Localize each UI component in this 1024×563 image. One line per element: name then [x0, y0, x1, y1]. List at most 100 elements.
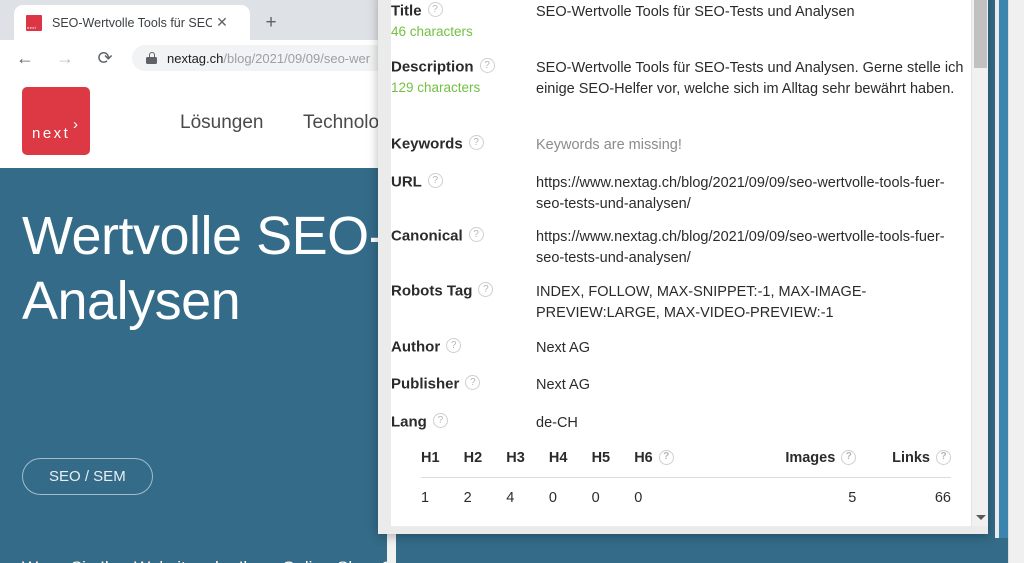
seo-field-robots-tag-label: Robots Tag — [391, 282, 473, 300]
seo-field-url: URL? https://www.nextag.ch/blog/2021/09/… — [391, 171, 969, 214]
seo-field-author-value: Next AG — [536, 340, 590, 356]
logo-text: next — [32, 125, 71, 142]
help-icon[interactable]: ? — [468, 135, 484, 151]
seo-field-author-label: Author — [391, 338, 441, 356]
seo-panel: Title? 46 characters SEO-Wertvolle Tools… — [378, 0, 988, 534]
page-scrollbar-right[interactable] — [999, 0, 1008, 538]
url-text: nextag.ch/blog/2021/09/09/seo-wer — [167, 51, 370, 66]
seo-field-url-value: https://www.nextag.ch/blog/2021/09/09/se… — [536, 175, 945, 212]
back-arrow-icon[interactable]: ← — [10, 43, 40, 73]
help-icon[interactable]: ? — [468, 227, 484, 243]
help-icon[interactable]: ? — [841, 449, 857, 465]
seo-field-keywords: Keywords? Keywords are missing! — [391, 133, 969, 156]
new-tab-button[interactable]: + — [258, 10, 284, 36]
address-bar[interactable]: nextag.ch/blog/2021/09/09/seo-wer — [132, 45, 396, 71]
help-icon[interactable]: ? — [427, 2, 443, 18]
cell-h4: 0 — [548, 490, 557, 506]
next-logo-favicon — [26, 14, 42, 31]
hero-category-badge[interactable]: SEO / SEM — [22, 458, 153, 495]
tab-strip: SEO-Wertvolle Tools für SEO-Test ✕ + — [0, 0, 396, 40]
cell-h2: 2 — [463, 490, 472, 506]
seo-field-lang-value: de-CH — [536, 415, 578, 431]
scroll-down-arrow-icon[interactable] — [976, 515, 986, 520]
seo-field-author-label-col: Author? — [391, 336, 536, 356]
help-icon[interactable]: ? — [479, 58, 495, 74]
browser-tab[interactable]: SEO-Wertvolle Tools für SEO-Test ✕ — [14, 5, 250, 40]
cell-links: 66 — [934, 490, 951, 506]
seo-field-publisher-value: Next AG — [536, 377, 590, 393]
window-scrollbar[interactable] — [1008, 0, 1024, 563]
seo-field-keywords-label: Keywords — [391, 135, 463, 153]
seo-field-publisher: Publisher? Next AG — [391, 373, 969, 396]
seo-field-lang: Lang? de-CH — [391, 411, 969, 434]
col-header-h2: H2 — [463, 450, 507, 478]
panel-scrollbar[interactable] — [971, 0, 988, 526]
col-header-links: Links? — [856, 449, 951, 478]
tab-title: SEO-Wertvolle Tools für SEO-Test — [52, 15, 212, 30]
seo-field-url-label: URL — [391, 173, 422, 191]
seo-panel-body: Title? 46 characters SEO-Wertvolle Tools… — [391, 0, 988, 526]
seo-field-publisher-label-col: Publisher? — [391, 373, 536, 393]
hero-title-line1: Wertvolle SEO- — [22, 206, 387, 266]
seo-field-keywords-label-col: Keywords? — [391, 133, 536, 153]
help-icon[interactable]: ? — [936, 449, 951, 465]
help-icon[interactable]: ? — [446, 338, 462, 354]
hero-paragraph: Wenn Sie Ihre Website oder Ihren Online-… — [22, 553, 396, 563]
panel-scrollbar-thumb[interactable] — [974, 0, 987, 68]
seo-field-lang-label-col: Lang? — [391, 411, 536, 431]
seo-field-author: Author? Next AG — [391, 336, 969, 359]
seo-field-title-label-col: Title? 46 characters — [391, 0, 536, 39]
col-header-h1: H1 — [421, 450, 464, 478]
seo-field-description: Description? 129 characters SEO-Wertvoll… — [391, 56, 969, 99]
screenshot-root: SEO-Wertvolle Tools für SEO-Test ✕ + ← →… — [0, 0, 1024, 563]
seo-field-keywords-value: Keywords are missing! — [536, 137, 682, 153]
col-header-links-text: Links — [892, 450, 930, 466]
cell-h5: 0 — [591, 490, 600, 506]
url-host: nextag.ch — [167, 50, 224, 66]
seo-field-description-count: 129 characters — [391, 80, 481, 95]
hero-title-line2: Analysen — [22, 270, 241, 331]
help-icon[interactable]: ? — [465, 375, 481, 391]
table-header-row: H1 H2 H3 H4 H5 H6? Images? Links? — [421, 449, 951, 478]
hero-title: Wertvolle SEO- Analysen — [22, 204, 387, 334]
seo-field-canonical-label: Canonical — [391, 227, 463, 245]
help-icon[interactable]: ? — [658, 449, 674, 465]
col-header-h6: H6? — [634, 449, 731, 478]
logo-caret-icon: › — [73, 116, 78, 133]
page-viewport: next › Lösungen Technolo Wertvolle SEO- … — [0, 76, 396, 563]
nav-item-technologie[interactable]: Technolo — [303, 112, 379, 134]
seo-field-title-label: Title — [391, 2, 422, 20]
seo-field-title-value: SEO-Wertvolle Tools für SEO-Tests und An… — [536, 4, 855, 20]
help-icon[interactable]: ? — [432, 413, 448, 429]
seo-field-url-label-col: URL? — [391, 171, 536, 191]
cell-h1: 1 — [421, 490, 430, 506]
seo-field-description-label-col: Description? 129 characters — [391, 56, 536, 95]
close-icon[interactable]: ✕ — [212, 13, 232, 33]
browser-window: SEO-Wertvolle Tools für SEO-Test ✕ + ← →… — [0, 0, 396, 563]
url-path: /blog/2021/09/09/seo-wer — [223, 50, 371, 66]
seo-field-description-label: Description — [391, 58, 474, 76]
seo-field-title: Title? 46 characters SEO-Wertvolle Tools… — [391, 0, 969, 39]
seo-field-publisher-label: Publisher — [391, 375, 460, 393]
table-row: 1 2 4 0 0 0 5 66 — [421, 478, 951, 506]
seo-field-canonical: Canonical? https://www.nextag.ch/blog/20… — [391, 225, 969, 268]
help-icon[interactable]: ? — [427, 173, 443, 189]
seo-field-description-value: SEO-Wertvolle Tools für SEO-Tests und An… — [536, 60, 964, 97]
lock-icon — [146, 52, 157, 64]
seo-field-title-count: 46 characters — [391, 24, 473, 39]
col-header-h6-text: H6 — [634, 450, 653, 466]
nav-item-loesungen[interactable]: Lösungen — [180, 112, 263, 134]
seo-field-robots-tag: Robots Tag? INDEX, FOLLOW, MAX-SNIPPET:-… — [391, 280, 969, 323]
site-header: next › Lösungen Technolo — [0, 76, 396, 169]
seo-field-lang-label: Lang — [391, 413, 427, 431]
col-header-images: Images? — [730, 449, 857, 478]
hero-section: Wertvolle SEO- Analysen SEO / SEM Wenn S… — [0, 168, 396, 563]
cell-h3: 4 — [506, 490, 515, 506]
site-logo[interactable]: next › — [22, 87, 90, 155]
cell-h6: 0 — [634, 490, 643, 506]
forward-arrow-icon[interactable]: → — [50, 43, 80, 73]
help-icon[interactable]: ? — [478, 282, 494, 298]
seo-field-canonical-value: https://www.nextag.ch/blog/2021/09/09/se… — [536, 229, 945, 266]
headings-summary-table: H1 H2 H3 H4 H5 H6? Images? Links? 1 2 4 … — [421, 449, 951, 506]
reload-icon[interactable]: ⟳ — [90, 43, 120, 73]
